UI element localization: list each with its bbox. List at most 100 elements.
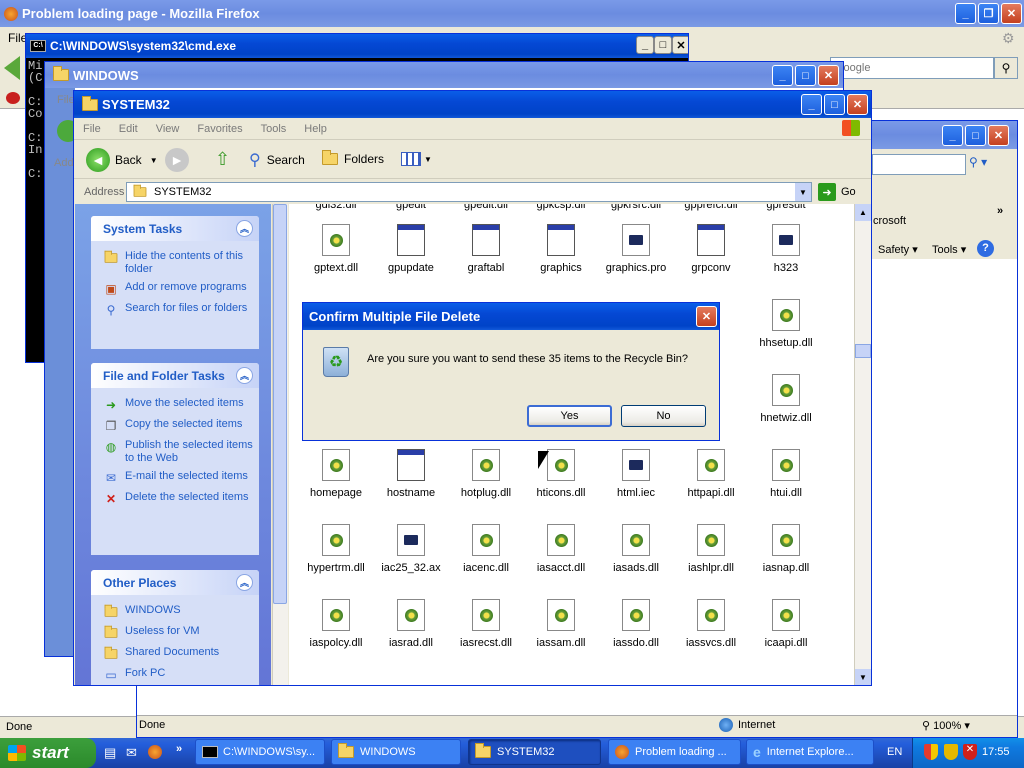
- place-fork-pc[interactable]: ▭ Fork PC: [91, 664, 259, 685]
- file-item[interactable]: hotplug.dll: [449, 449, 523, 499]
- task-pane-scroll-thumb[interactable]: [273, 204, 287, 604]
- file-item[interactable]: htui.dll: [749, 449, 823, 499]
- task-move[interactable]: ➜ Move the selected items: [91, 394, 259, 415]
- file-item[interactable]: html.iec: [599, 449, 673, 499]
- file-item-label-cut[interactable]: gpkrsrc.dll: [599, 204, 673, 211]
- address-field[interactable]: SYSTEM32 ▼: [126, 182, 812, 202]
- firefox-close-button[interactable]: ✕: [1001, 3, 1022, 24]
- back-arrow-icon[interactable]: [4, 56, 20, 80]
- menu-help[interactable]: Help: [295, 123, 336, 135]
- system-tasks-header[interactable]: System Tasks ︽: [91, 216, 259, 241]
- file-item-label-cut[interactable]: gpkcsp.dll: [524, 204, 598, 211]
- place-useless-for-vm[interactable]: Useless for VM: [91, 622, 259, 643]
- ie-search-input[interactable]: [872, 154, 966, 175]
- address-dropdown-icon[interactable]: ▼: [795, 183, 811, 201]
- file-item-label-cut[interactable]: gpprefcl.dll: [674, 204, 748, 211]
- system32-maximize-button[interactable]: □: [824, 94, 845, 115]
- file-item[interactable]: graphics.pro: [599, 224, 673, 274]
- file-item[interactable]: iasrecst.dll: [449, 599, 523, 649]
- firefox-search-input[interactable]: [830, 57, 994, 79]
- file-item[interactable]: iac25_32.ax: [374, 524, 448, 574]
- scroll-thumb[interactable]: [855, 344, 871, 358]
- file-item[interactable]: iaspolcy.dll: [299, 599, 373, 649]
- ie-maximize-button[interactable]: □: [965, 125, 986, 146]
- folders-button[interactable]: Folders: [322, 150, 384, 166]
- system32-minimize-button[interactable]: _: [801, 94, 822, 115]
- antivirus-icon[interactable]: [944, 744, 958, 760]
- quicklaunch-show-desktop-icon[interactable]: ▤: [104, 745, 116, 761]
- task-publish[interactable]: ◍ Publish the selected items to the Web: [91, 436, 259, 467]
- menu-edit[interactable]: Edit: [110, 123, 147, 135]
- file-list-scrollbar[interactable]: ▲ ▼: [854, 204, 871, 685]
- cmd-close-button[interactable]: ✕: [672, 36, 688, 54]
- gear-icon[interactable]: ⚙: [1002, 30, 1015, 47]
- task-add-remove-programs[interactable]: ▣ Add or remove programs: [91, 278, 259, 299]
- ie-search-icon[interactable]: ⚲ ▾: [969, 155, 1005, 174]
- file-item[interactable]: hhsetup.dll: [749, 299, 823, 349]
- windows-titlebar[interactable]: WINDOWS: [45, 62, 843, 88]
- menu-tools[interactable]: Tools: [252, 123, 296, 135]
- file-item[interactable]: iassvcs.dll: [674, 599, 748, 649]
- system32-titlebar[interactable]: SYSTEM32: [74, 91, 871, 118]
- task-copy[interactable]: ❐ Copy the selected items: [91, 415, 259, 436]
- menu-file[interactable]: File: [74, 123, 110, 135]
- search-button[interactable]: ⚲ Search: [249, 150, 305, 170]
- file-item[interactable]: iashlpr.dll: [674, 524, 748, 574]
- security-shield-icon[interactable]: [924, 744, 938, 760]
- windows-minimize-button[interactable]: _: [772, 65, 793, 86]
- file-item[interactable]: hostname: [374, 449, 448, 499]
- menu-favorites[interactable]: Favorites: [188, 123, 251, 135]
- scroll-down-arrow-icon[interactable]: ▼: [855, 669, 871, 685]
- file-item[interactable]: graphics: [524, 224, 598, 274]
- file-item[interactable]: homepage: [299, 449, 373, 499]
- up-folder-icon[interactable]: ⇧: [215, 149, 230, 170]
- file-item[interactable]: httpapi.dll: [674, 449, 748, 499]
- ie-safety-menu[interactable]: Safety ▾: [878, 243, 918, 256]
- taskbar-button-ie[interactable]: e Internet Explore...: [746, 739, 874, 765]
- file-item[interactable]: iasrad.dll: [374, 599, 448, 649]
- quicklaunch-firefox-icon[interactable]: [148, 745, 162, 759]
- firefox-titlebar[interactable]: Problem loading page - Mozilla Firefox: [0, 0, 1024, 27]
- file-item[interactable]: h323: [749, 224, 823, 274]
- file-item-label-cut[interactable]: gpresult: [749, 204, 823, 211]
- scroll-up-arrow-icon[interactable]: ▲: [855, 204, 871, 221]
- alert-shield-icon[interactable]: ✕: [963, 744, 977, 760]
- file-item-label-cut[interactable]: gpedit.dll: [449, 204, 523, 211]
- dialog-close-button[interactable]: ✕: [696, 306, 717, 327]
- cmd-maximize-button[interactable]: □: [654, 36, 672, 54]
- go-button[interactable]: ➜ Go: [818, 183, 856, 201]
- file-item[interactable]: hnetwiz.dll: [749, 374, 823, 424]
- file-item[interactable]: iasnap.dll: [749, 524, 823, 574]
- cmd-titlebar[interactable]: C:\ C:\WINDOWS\system32\cmd.exe: [26, 34, 688, 58]
- ie-help-icon[interactable]: ?: [977, 240, 994, 257]
- search-icon[interactable]: ⚲: [994, 57, 1018, 79]
- taskbar-button-system32[interactable]: SYSTEM32: [468, 739, 601, 765]
- back-button[interactable]: ◄ Back ▼: [86, 148, 158, 172]
- start-button[interactable]: start: [0, 738, 96, 768]
- firefox-maximize-button[interactable]: ❐: [978, 3, 999, 24]
- file-item[interactable]: iasads.dll: [599, 524, 673, 574]
- file-item[interactable]: iassdo.dll: [599, 599, 673, 649]
- ie-zoom-control[interactable]: ⚲ 100% ▾: [922, 719, 970, 732]
- file-item[interactable]: grpconv: [674, 224, 748, 274]
- forward-icon[interactable]: ►: [165, 148, 189, 172]
- ie-close-button[interactable]: ✕: [988, 125, 1009, 146]
- other-places-header[interactable]: Other Places ︽: [91, 570, 259, 595]
- file-item[interactable]: gpupdate: [374, 224, 448, 274]
- windows-maximize-button[interactable]: □: [795, 65, 816, 86]
- cmd-minimize-button[interactable]: _: [636, 36, 654, 54]
- file-item-label-cut[interactable]: gpedit: [374, 204, 448, 211]
- task-email[interactable]: ✉ E-mail the selected items: [91, 467, 259, 488]
- ie-tools-menu[interactable]: Tools ▾: [932, 243, 966, 256]
- place-shared-documents[interactable]: Shared Documents: [91, 643, 259, 664]
- file-item-label-cut[interactable]: gdi32.dll: [299, 204, 373, 211]
- place-windows[interactable]: WINDOWS: [91, 601, 259, 622]
- no-button[interactable]: No: [621, 405, 706, 427]
- quicklaunch-outlook-icon[interactable]: ✉: [126, 745, 137, 761]
- collapse-chevron-icon[interactable]: ︽: [236, 367, 253, 384]
- file-item[interactable]: iassam.dll: [524, 599, 598, 649]
- task-delete[interactable]: ✕ Delete the selected items: [91, 488, 259, 509]
- file-item[interactable]: hypertrm.dll: [299, 524, 373, 574]
- file-item[interactable]: iacenc.dll: [449, 524, 523, 574]
- back-dropdown-icon[interactable]: ▼: [150, 156, 158, 165]
